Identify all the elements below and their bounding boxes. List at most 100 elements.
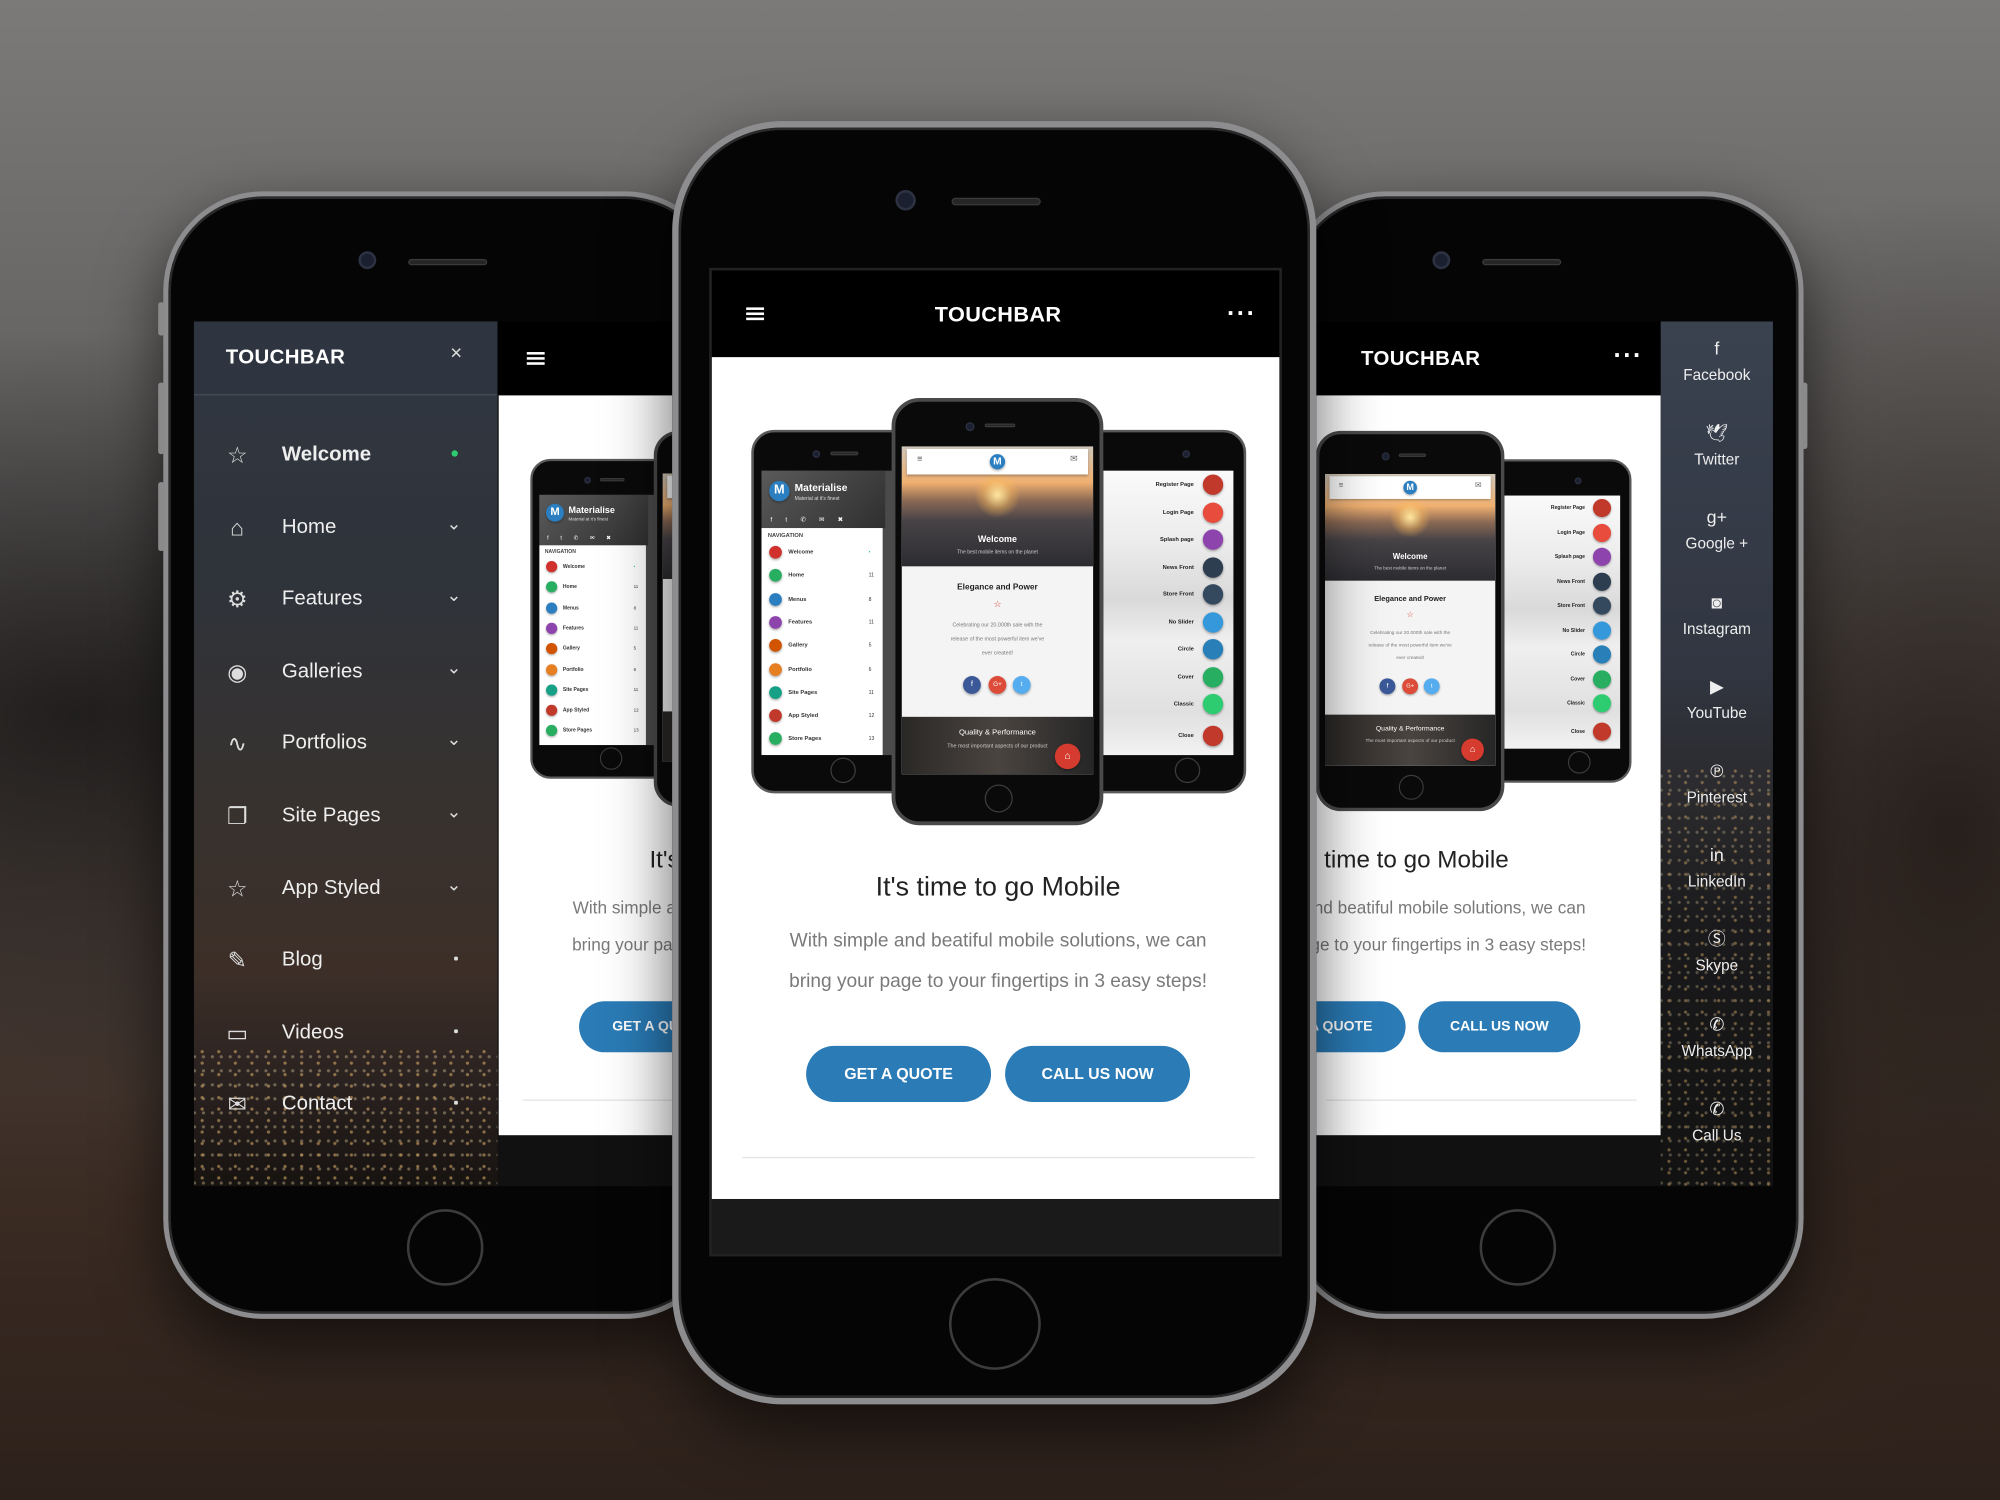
- get-quote-button[interactable]: GET A QUOTE: [1316, 1001, 1406, 1053]
- chevron-down-icon[interactable]: ⌄: [446, 801, 461, 823]
- social-item-pinterest[interactable]: ℗ Pinterest: [1661, 758, 1773, 822]
- mini-nav-count: 12: [868, 711, 875, 719]
- mini-nav-label: Features: [788, 618, 813, 625]
- mini-card-line: release of the most powerful item we've: [950, 635, 1045, 642]
- sidebar-item-home[interactable]: ⌂ Home ⌄: [194, 502, 498, 553]
- mini-nav-icon: [546, 643, 558, 655]
- sidebar-item-contact[interactable]: ✉ Contact: [194, 1080, 498, 1131]
- mini-action-icon: [1592, 596, 1612, 615]
- sidebar-item-videos[interactable]: ▭ Videos: [194, 1007, 498, 1058]
- mini-welcome-sub: The best mobile items on the planet: [663, 563, 672, 569]
- close-icon[interactable]: ×: [450, 343, 462, 366]
- materialise-logo: M: [546, 503, 564, 522]
- mini-star-icon: ☆: [1406, 611, 1414, 620]
- chevron-down-icon[interactable]: ⌄: [446, 512, 461, 534]
- mini-card-line: ever created!: [663, 652, 672, 658]
- mini-action-icon: [1592, 620, 1612, 640]
- top-bar: [497, 321, 673, 396]
- center-phone-screen: TOUCHBAR ··· M Materialise Material at i…: [709, 267, 1282, 1257]
- left-phone-speaker: [408, 258, 488, 266]
- sidebar-header: TOUCHBAR ×: [193, 321, 498, 396]
- mini-action-icon: [1202, 666, 1224, 687]
- mini-nav-count: 12: [633, 707, 639, 713]
- dot-icon: [454, 956, 458, 961]
- social-item-google[interactable]: g+ Google +: [1661, 504, 1773, 568]
- more-icon[interactable]: ···: [1614, 343, 1643, 369]
- mini-nav-count: 6: [633, 665, 637, 672]
- hamburger-icon[interactable]: [526, 352, 545, 365]
- center-phone-camera: [895, 190, 916, 211]
- mini-footer-title: Quality & Performance: [958, 729, 1036, 738]
- mini-nav-icon: [546, 581, 558, 593]
- get-quote-button[interactable]: GET A QUOTE: [806, 1045, 992, 1103]
- sidebar-item-app-styled[interactable]: ☆ App Styled ⌄: [194, 863, 498, 914]
- top-bar: TOUCHBAR ···: [1316, 321, 1661, 396]
- mockup-hero-image: M Materialise Material at it's finest f …: [1316, 429, 1632, 815]
- mini-phone-actions-screen: Register Page Login Page Splash page News F…: [1504, 495, 1621, 749]
- sidebar-item-welcome[interactable]: ☆ Welcome: [194, 430, 498, 481]
- chevron-down-icon[interactable]: ⌄: [446, 657, 461, 679]
- social-item-facebook[interactable]: f Facebook: [1661, 335, 1773, 399]
- mini-logo: M: [1403, 480, 1417, 495]
- google-plus-icon: g+: [1706, 506, 1728, 528]
- mini-phone-home-screen: ≡ M ✉ Welcome The best mobile items on t…: [1324, 473, 1496, 766]
- mini-action-icon: [1202, 611, 1224, 633]
- get-quote-button[interactable]: GET A QUOTE: [579, 1001, 673, 1053]
- mini-nav-label: Gallery: [562, 645, 580, 652]
- call-us-button[interactable]: CALL US NOW: [1418, 1001, 1581, 1053]
- mini-card-line: ever created!: [1396, 654, 1425, 661]
- sidebar-item-label: Contact: [281, 1093, 353, 1116]
- social-item-twitter[interactable]: 🕊 Twitter: [1661, 420, 1773, 484]
- call-us-button[interactable]: CALL US NOW: [1005, 1045, 1191, 1103]
- mini-nav-count: 13: [633, 727, 639, 734]
- content-title: It's time to go Mobile: [875, 872, 1121, 902]
- chevron-down-icon[interactable]: ⌄: [446, 584, 461, 606]
- social-item-youtube[interactable]: ▶ YouTube: [1661, 673, 1773, 737]
- mini-nav-count: 11: [633, 686, 639, 693]
- volume-up-button: [158, 382, 165, 455]
- showcase-stage: M Materialise Material at it's finest f …: [0, 0, 2000, 1500]
- sidebar-item-portfolios[interactable]: ∿ Portfolios ⌄: [194, 719, 498, 770]
- sidebar-item-site-pages[interactable]: ❐ Site Pages ⌄: [194, 791, 498, 842]
- sidebar-item-galleries[interactable]: ◉ Galleries ⌄: [194, 646, 498, 697]
- sidebar-item-features[interactable]: ⚙ Features ⌄: [194, 574, 498, 625]
- mini-facebook-icon: f: [963, 676, 981, 694]
- sidebar-item-label: Welcome: [281, 443, 372, 466]
- social-item-skype[interactable]: Ⓢ Skype: [1661, 927, 1773, 991]
- sidebar-item-label: Features: [281, 588, 363, 610]
- linkedin-icon: in: [1709, 844, 1724, 866]
- mini-welcome-sub: The best mobile items on the planet: [957, 548, 1038, 555]
- mini-nav-label: Site Pages: [788, 688, 818, 695]
- social-item-label: LinkedIn: [1687, 872, 1746, 891]
- more-icon[interactable]: ···: [1227, 301, 1256, 327]
- brand-title: TOUCHBAR: [225, 346, 346, 369]
- right-phone-camera: [1432, 251, 1451, 270]
- wave-icon: ∿: [227, 731, 247, 757]
- whatsapp-icon: ✆: [1709, 1013, 1725, 1034]
- social-item-call-us[interactable]: ✆ Call Us: [1661, 1095, 1773, 1159]
- sidebar-item-blog[interactable]: ✎ Blog: [194, 935, 498, 986]
- mini-nav-count: •: [633, 563, 636, 569]
- chevron-down-icon[interactable]: ⌄: [446, 729, 461, 751]
- mini-mail-icon: ✉: [1474, 481, 1482, 490]
- content-paragraph-line1: With simple and beatiful mobile solution…: [1316, 897, 1586, 918]
- mini-phone-home-screen: ≡ M ✉ Welcome The best mobile items on t…: [662, 473, 673, 762]
- social-item-linkedin[interactable]: in LinkedIn: [1661, 842, 1773, 906]
- mini-action-label: Close: [1178, 731, 1194, 738]
- social-item-instagram[interactable]: ◙ Instagram: [1661, 589, 1773, 653]
- social-item-label: Twitter: [1694, 450, 1740, 469]
- mini-app-title: Materialise: [794, 482, 848, 494]
- edit-icon: ✎: [227, 947, 247, 974]
- mini-facebook-icon: f: [1379, 678, 1396, 695]
- mini-twitter-icon: t: [1012, 676, 1031, 694]
- mini-nav-icon: [769, 615, 782, 629]
- chevron-down-icon[interactable]: ⌄: [446, 873, 461, 895]
- mini-social-icons: f t ✆ ✉ ✖: [547, 535, 612, 542]
- mini-action-icon: [1202, 556, 1224, 578]
- sidebar-item-label: Galleries: [281, 660, 363, 683]
- mini-logo: M: [989, 454, 1006, 470]
- mini-nav-label: Welcome: [788, 548, 814, 555]
- volume-down-button: [158, 482, 165, 552]
- mini-action-label: Classic: [1567, 699, 1585, 706]
- social-item-whatsapp[interactable]: ✆ WhatsApp: [1661, 1011, 1773, 1075]
